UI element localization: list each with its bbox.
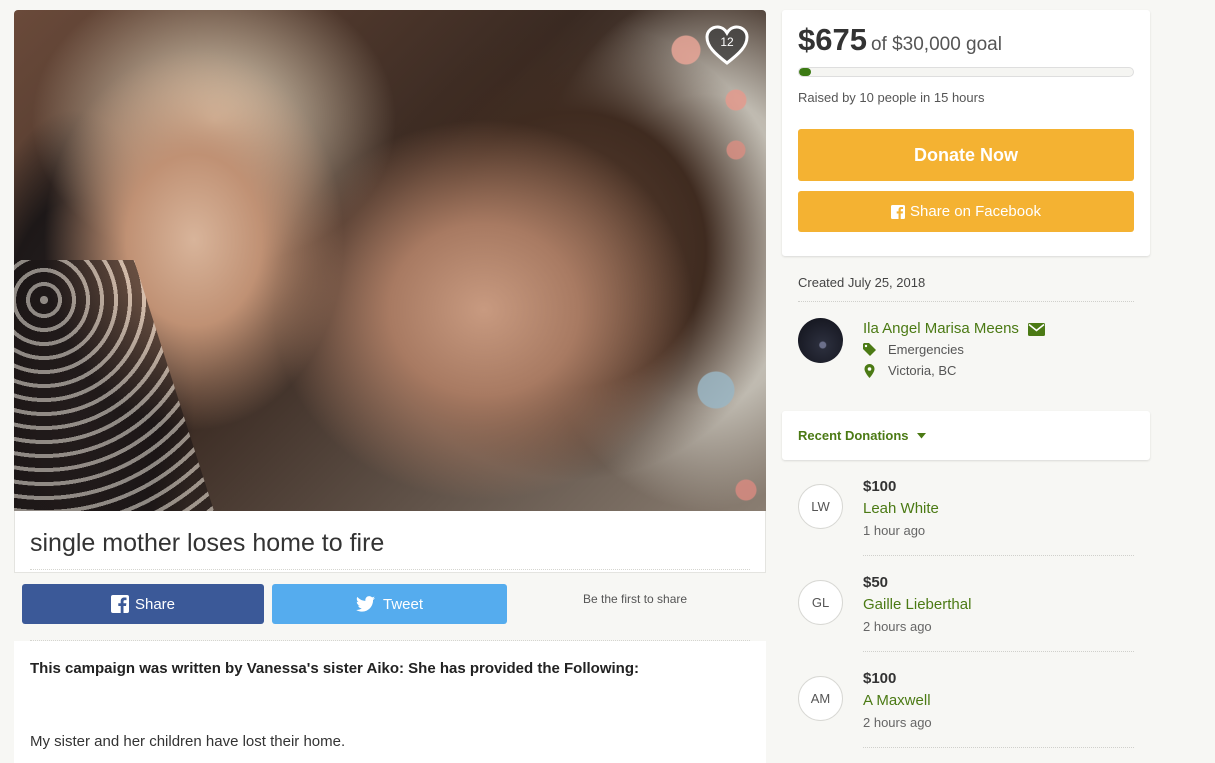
location-row: Victoria, BC — [863, 363, 956, 378]
donor-name: A Maxwell — [863, 692, 931, 709]
story-intro: This campaign was written by Vanessa's s… — [30, 660, 639, 677]
progress-bar — [798, 67, 1134, 77]
map-pin-icon — [864, 363, 875, 378]
raised-amount: $675 — [798, 22, 867, 57]
caret-down-icon — [916, 432, 926, 438]
share-area: Share Tweet Be the first to share This c… — [14, 10, 766, 763]
donation-divider — [863, 555, 1134, 556]
recent-donations-label: Recent Donations — [798, 428, 909, 443]
donation-time: 2 hours ago — [863, 715, 932, 730]
facebook-icon — [110, 595, 129, 613]
donation-item: GL $50 Gaille Lieberthal 2 hours ago — [798, 574, 1134, 670]
goal-card: $675 of $30,000 goal Raised by 10 people … — [782, 10, 1150, 256]
goal-text: of $30,000 goal — [870, 34, 1002, 55]
raised-by-text: Raised by 10 people in 15 hours — [798, 90, 985, 105]
share-row: Share Tweet Be the first to share — [22, 584, 766, 624]
recent-donations-header: Recent Donations — [782, 411, 1150, 460]
share-on-facebook-label: Share on Facebook — [910, 203, 1041, 220]
category-row: Emergencies — [863, 342, 964, 357]
donation-item: LW $100 Leah White 1 hour ago — [798, 478, 1134, 574]
progress-fill — [799, 68, 811, 76]
share-on-facebook-button[interactable]: Share on Facebook — [798, 191, 1134, 232]
mail-icon[interactable] — [1028, 323, 1045, 336]
story-section: This campaign was written by Vanessa's s… — [14, 641, 766, 763]
donation-amount: $100 — [863, 670, 897, 687]
story-paragraph: My sister and her children have lost the… — [30, 733, 346, 750]
donor-avatar: LW — [798, 484, 843, 529]
created-date: Created July 25, 2018 — [798, 275, 926, 290]
organizer-avatar[interactable] — [798, 318, 843, 363]
category-link[interactable]: Emergencies — [888, 342, 964, 357]
facebook-share-label: Share — [134, 595, 176, 613]
donor-name: Leah White — [863, 500, 939, 517]
organizer-name-link[interactable]: Ila Angel Marisa Meens — [863, 320, 1019, 337]
donation-amount: $100 — [863, 478, 897, 495]
donation-time: 2 hours ago — [863, 619, 932, 634]
donate-now-button[interactable]: Donate Now — [798, 129, 1134, 181]
goal-line: $675 of $30,000 goal — [798, 22, 1002, 58]
donation-time: 1 hour ago — [863, 523, 926, 538]
donation-item: AM $100 A Maxwell 2 hours ago — [798, 670, 1134, 763]
donation-amount: $50 — [863, 574, 889, 591]
location-text: Victoria, BC — [888, 363, 957, 378]
facebook-icon — [891, 204, 906, 219]
donation-divider — [863, 651, 1134, 652]
share-hint: Be the first to share — [583, 592, 688, 606]
donor-name: Gaille Lieberthal — [863, 596, 972, 613]
tweet-label: Tweet — [382, 595, 424, 613]
donor-avatar: GL — [798, 580, 843, 625]
tweet-button[interactable]: Tweet — [272, 584, 507, 624]
recent-donations-toggle[interactable]: Recent Donations — [798, 428, 926, 443]
created-divider — [798, 301, 1134, 302]
facebook-share-button[interactable]: Share — [22, 584, 264, 624]
twitter-icon — [355, 596, 375, 612]
donor-avatar: AM — [798, 676, 843, 721]
tag-icon — [863, 343, 876, 356]
donation-divider — [863, 747, 1134, 748]
